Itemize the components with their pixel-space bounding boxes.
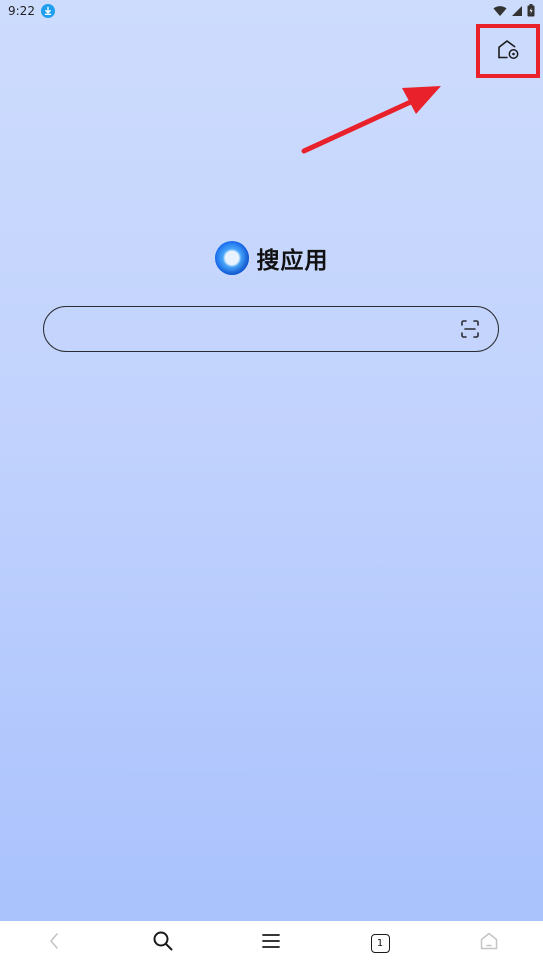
search-icon (152, 930, 174, 956)
tabs-button[interactable]: 1 (358, 921, 402, 965)
status-bar: 9:22 (0, 0, 543, 22)
annotation-arrow (301, 86, 441, 154)
search-box[interactable] (43, 306, 499, 352)
scan-icon[interactable] (460, 319, 480, 339)
app-logo-icon (214, 241, 249, 275)
battery-icon (527, 2, 535, 21)
home-button[interactable] (467, 921, 511, 965)
tabs-icon: 1 (370, 933, 390, 953)
wifi-icon (493, 2, 507, 21)
status-left: 9:22 (8, 4, 55, 18)
home-settings-icon (496, 38, 520, 64)
status-time: 9:22 (8, 4, 35, 18)
home-icon (479, 931, 499, 955)
search-button[interactable] (141, 921, 185, 965)
status-right (493, 2, 535, 21)
bottom-nav: 1 (0, 921, 543, 965)
back-icon (48, 932, 60, 954)
brand-name: 搜应用 (256, 248, 329, 274)
search-input[interactable] (62, 307, 460, 351)
download-icon (40, 4, 55, 18)
menu-icon (261, 933, 281, 953)
menu-button[interactable] (249, 921, 293, 965)
brand: 搜应用 (0, 236, 543, 280)
back-button[interactable] (32, 921, 76, 965)
cellular-icon (511, 2, 523, 21)
home-settings-button[interactable] (476, 24, 540, 78)
